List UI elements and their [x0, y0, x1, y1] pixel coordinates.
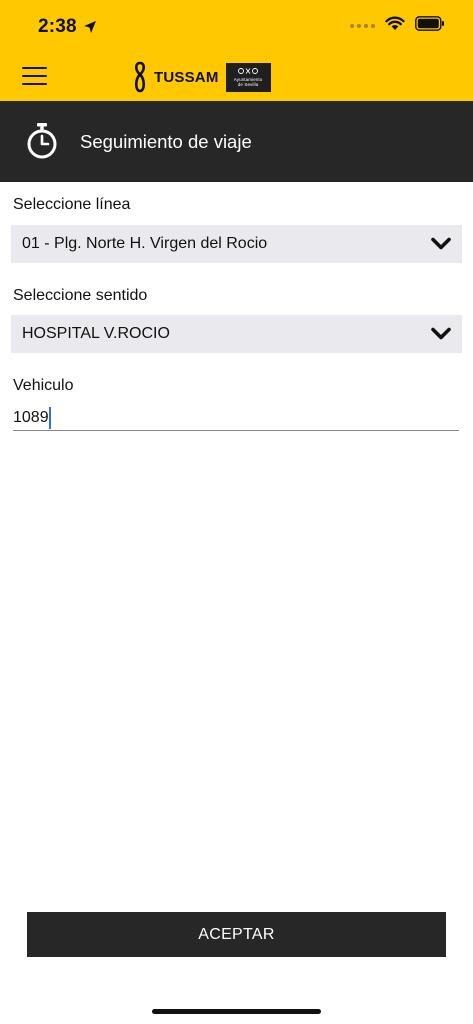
direction-select-label: Seleccione sentido [13, 287, 148, 304]
stopwatch-icon [25, 122, 59, 165]
status-bar: 2:38 [0, 0, 473, 52]
location-arrow-icon [83, 20, 97, 34]
city-crest-icon [238, 67, 258, 74]
menu-button[interactable] [22, 65, 48, 87]
logo-text: TUSSAM [154, 68, 219, 86]
app-header: TUSSAM Ayuntamiento de Sevilla [0, 52, 473, 101]
wifi-icon [385, 16, 405, 36]
accept-button[interactable]: ACEPTAR [27, 912, 446, 957]
status-time: 2:38 [38, 16, 77, 37]
battery-icon [415, 16, 445, 36]
line-select-label: Seleccione línea [13, 196, 131, 213]
cellular-signal-icon [350, 24, 375, 28]
line-select[interactable]: 01 - Plg. Norte H. Virgen del Rocio [11, 225, 462, 263]
chevron-down-icon [431, 237, 451, 256]
vehicle-input-label: Vehiculo [13, 377, 74, 394]
direction-select-value: HOSPITAL V.ROCIO [22, 325, 170, 342]
city-council-badge: Ayuntamiento de Sevilla [225, 62, 271, 92]
chevron-down-icon [431, 327, 451, 346]
direction-select[interactable]: HOSPITAL V.ROCIO [11, 315, 462, 353]
home-indicator[interactable] [152, 1009, 321, 1014]
text-cursor [49, 407, 51, 429]
badge-line-2: de Sevilla [237, 81, 259, 87]
vehicle-input[interactable] [13, 405, 459, 431]
section-title-bar: Seguimiento de viaje [0, 101, 473, 182]
tussam-logo: TUSSAM Ayuntamiento de Sevilla [132, 59, 271, 95]
tussam-logo-icon [132, 61, 148, 93]
status-indicators [350, 16, 445, 36]
page-title: Seguimiento de viaje [80, 131, 252, 152]
line-select-value: 01 - Plg. Norte H. Virgen del Rocio [22, 235, 268, 252]
status-time-group: 2:38 [38, 16, 97, 38]
